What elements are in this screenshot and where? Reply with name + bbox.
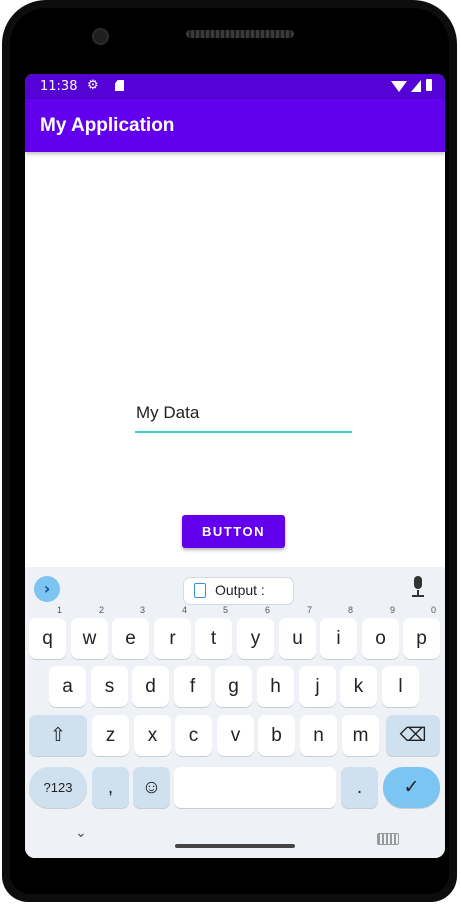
clipboard-icon (194, 583, 206, 598)
enter-key[interactable]: ✓ (383, 767, 440, 808)
status-bar: 11:38 ⚙ (25, 74, 445, 99)
sd-card-icon (115, 80, 124, 91)
key-v[interactable]: v (217, 715, 254, 756)
period-key[interactable]: . (341, 767, 378, 808)
key-a[interactable]: a (49, 666, 86, 707)
gear-icon: ⚙ (87, 78, 99, 93)
key-s[interactable]: s (91, 666, 128, 707)
microphone-icon[interactable] (411, 576, 425, 600)
emoji-key[interactable]: ☺ (133, 767, 170, 808)
data-input-text: My Data (136, 403, 200, 422)
key-o-label: o (375, 628, 386, 649)
key-u-hint: 7 (306, 605, 312, 615)
key-v-label: v (230, 725, 241, 746)
key-x-label: x (147, 725, 158, 746)
key-h-label: h (270, 676, 281, 697)
front-camera (92, 28, 109, 45)
key-p[interactable]: p0 (403, 606, 440, 659)
key-e-hint: 3 (139, 605, 145, 615)
key-p-label: p (416, 628, 427, 649)
signal-icon (411, 80, 421, 92)
key-c[interactable]: c (175, 715, 212, 756)
key-a-label: a (62, 676, 73, 697)
key-q-hint: 1 (56, 605, 62, 615)
key-i[interactable]: i8 (320, 606, 357, 659)
key-m[interactable]: m (342, 715, 379, 756)
key-d-label: d (145, 676, 156, 697)
key-z[interactable]: z (92, 715, 129, 756)
device-screen: 11:38 ⚙ My Application My Data BUTTON › … (25, 74, 445, 858)
key-k[interactable]: k (340, 666, 377, 707)
key-f-label: f (189, 676, 196, 697)
wifi-icon (391, 81, 407, 92)
shift-key[interactable]: ⇧ (29, 715, 87, 756)
key-y[interactable]: y6 (237, 606, 274, 659)
key-o[interactable]: o9 (362, 606, 399, 659)
key-j[interactable]: j (299, 666, 336, 707)
earpiece-speaker (186, 30, 294, 38)
keyboard-switch-icon[interactable] (377, 833, 399, 845)
key-t-hint: 5 (222, 605, 228, 615)
key-i-label: i (336, 628, 341, 649)
key-z-label: z (105, 725, 116, 746)
key-b-label: b (271, 725, 282, 746)
soft-keyboard: › Output : ⇧ ⌫ ?123 , ☺ . ✓ ⌄ q1w2e3r4t5… (25, 567, 445, 858)
key-p-hint: 0 (430, 605, 436, 615)
battery-icon (426, 79, 432, 91)
key-y-label: y (250, 628, 261, 649)
gesture-handle[interactable] (175, 844, 295, 848)
key-k-label: k (353, 676, 364, 697)
keyboard-nav-bar: ⌄ (25, 813, 445, 858)
key-e-label: e (125, 628, 136, 649)
key-n[interactable]: n (300, 715, 337, 756)
key-q[interactable]: q1 (29, 606, 66, 659)
key-q-label: q (42, 628, 53, 649)
symbols-key[interactable]: ?123 (29, 767, 87, 808)
key-r-hint: 4 (181, 605, 187, 615)
app-title: My Application (40, 115, 175, 136)
key-w[interactable]: w2 (71, 606, 108, 659)
hide-keyboard-icon[interactable]: ⌄ (75, 825, 87, 841)
keyboard-toolbar: › Output : (25, 567, 445, 609)
key-b[interactable]: b (258, 715, 295, 756)
suggestion-chip[interactable]: Output : (183, 577, 294, 605)
key-g[interactable]: g (215, 666, 252, 707)
key-h[interactable]: h (257, 666, 294, 707)
comma-key[interactable]: , (92, 767, 129, 808)
key-o-hint: 9 (389, 605, 395, 615)
key-c-label: c (188, 725, 199, 746)
key-l-label: l (398, 676, 403, 697)
key-w-hint: 2 (98, 605, 104, 615)
key-w-label: w (82, 628, 97, 649)
suggestion-chip-label: Output : (215, 582, 265, 598)
key-l[interactable]: l (382, 666, 419, 707)
expand-toolbar-button[interactable]: › (34, 576, 60, 602)
key-u-label: u (292, 628, 303, 649)
app-bar: My Application (25, 99, 445, 152)
key-u[interactable]: u7 (279, 606, 316, 659)
data-input-field[interactable]: My Data (135, 399, 352, 433)
key-s-label: s (104, 676, 115, 697)
key-n-label: n (313, 725, 324, 746)
key-j-label: j (315, 676, 320, 697)
backspace-key[interactable]: ⌫ (386, 715, 440, 756)
key-i-hint: 8 (347, 605, 353, 615)
key-t-label: t (210, 628, 217, 649)
key-m-label: m (352, 725, 369, 746)
key-y-hint: 6 (264, 605, 270, 615)
key-e[interactable]: e3 (112, 606, 149, 659)
status-time: 11:38 (40, 79, 78, 94)
key-g-label: g (228, 676, 239, 697)
key-x[interactable]: x (134, 715, 171, 756)
main-button[interactable]: BUTTON (182, 515, 285, 548)
key-r[interactable]: r4 (154, 606, 191, 659)
key-t[interactable]: t5 (195, 606, 232, 659)
key-d[interactable]: d (132, 666, 169, 707)
key-r-label: r (169, 628, 176, 649)
key-f[interactable]: f (174, 666, 211, 707)
space-key[interactable] (174, 767, 336, 808)
